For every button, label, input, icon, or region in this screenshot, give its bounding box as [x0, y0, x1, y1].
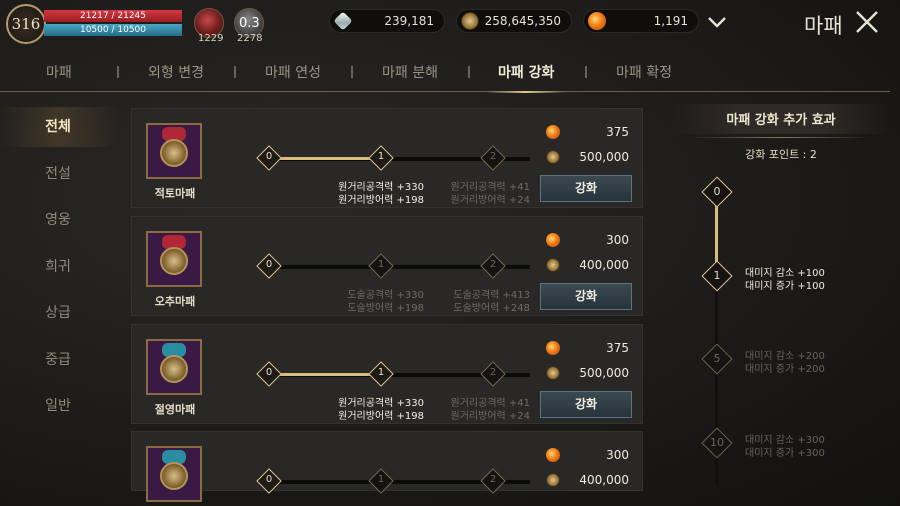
mapae-card[interactable]: 오추마패 0 1 2 300 400,000 도술공격력 +330 도술방어력 +198 도술… [131, 216, 643, 316]
mapae-name: 적토마패 [154, 187, 196, 200]
tab-confirm[interactable]: 마패 확정 [616, 62, 672, 82]
enhance-button[interactable]: 강화 [540, 283, 632, 310]
mp-bar: 10500 / 10500 [44, 24, 182, 36]
gray-potion-count: 2278 [237, 33, 263, 44]
enhance-level-label: 2 [489, 151, 497, 162]
active-tab-indicator [486, 91, 566, 93]
milestone-label: 5 [713, 352, 721, 365]
milestone-label: 0 [713, 185, 721, 198]
nav-item-advanced[interactable]: 상급 [0, 293, 118, 333]
coin-cost: 400,000 [579, 258, 629, 272]
tab-divider [117, 66, 119, 78]
diamond-currency[interactable]: 239,181 [329, 9, 445, 33]
page-title: 마패 [804, 14, 843, 38]
nav-item-all[interactable]: 전체 [0, 107, 118, 147]
tab-divider [351, 66, 353, 78]
coin-currency[interactable]: 258,645,350 [456, 9, 572, 33]
enhance-points: 강화 포인트 : 2 [745, 148, 817, 161]
mapae-card[interactable]: 적토마패 0 1 2 375 500,000 원거리공격력 +330 원거리방어력 +198… [131, 108, 643, 208]
enhance-level-label: 1 [377, 259, 385, 270]
enhance-track-fill [268, 373, 380, 376]
mapae-item-icon[interactable] [146, 339, 202, 395]
enhance-level-label: 1 [377, 151, 385, 162]
tab-bar: 마패 외형 변경 마패 연성 마패 분해 마패 강화 마패 확정 [0, 52, 890, 93]
enhance-level-label: 2 [489, 474, 497, 485]
tab-divider [234, 66, 236, 78]
tab-appearance[interactable]: 외형 변경 [148, 62, 204, 82]
milestone-label: 1 [713, 269, 721, 282]
grade-filter-nav: 전체 전설 영웅 희귀 상급 중급 일반 [0, 100, 118, 506]
coin-cost: 500,000 [579, 150, 629, 164]
current-stat: 원거리공격력 +330 원거리방어력 +198 [338, 182, 424, 206]
nav-item-intermediate[interactable]: 중급 [0, 340, 118, 380]
enhance-button[interactable]: 강화 [540, 391, 632, 418]
nav-item-legend[interactable]: 전설 [0, 154, 118, 194]
coin-icon [461, 12, 479, 30]
medal-icon [160, 139, 188, 167]
coin-value: 258,645,350 [484, 14, 561, 28]
top-bar: 316 21217 / 21245 10500 / 10500 1229 0.3… [0, 0, 900, 48]
tab-mapae[interactable]: 마패 [46, 62, 72, 82]
tab-synthesis[interactable]: 마패 연성 [265, 62, 321, 82]
milestone-effects: 대미지 감소 +100 대미지 증가 +100 [745, 268, 825, 292]
hp-bar: 21217 / 21245 [44, 10, 182, 22]
enhance-level-label: 0 [265, 367, 273, 378]
mapae-item-icon[interactable] [146, 123, 202, 179]
enhance-level-label: 2 [489, 367, 497, 378]
tab-divider [468, 66, 470, 78]
diamond-icon [333, 11, 353, 31]
close-icon[interactable] [854, 9, 880, 35]
diamond-value: 239,181 [384, 14, 434, 28]
gem-cost: 375 [606, 341, 629, 355]
mapae-name: 절영마패 [154, 403, 196, 416]
gem-cost: 300 [606, 233, 629, 247]
enhance-level-label: 2 [489, 259, 497, 270]
tab-dismantle[interactable]: 마패 분해 [382, 62, 438, 82]
nav-item-hero[interactable]: 영웅 [0, 200, 118, 240]
gem-cost: 375 [606, 125, 629, 139]
enhance-button[interactable]: 강화 [540, 175, 632, 202]
tab-enhance[interactable]: 마패 강화 [498, 62, 554, 82]
current-stat: 원거리공격력 +330 원거리방어력 +198 [338, 398, 424, 422]
next-stat: 도술공격력 +413 도술방어력 +248 [453, 290, 530, 314]
next-stat: 원거리공격력 +41 원거리방어력 +24 [450, 182, 530, 206]
enhance-track-fill [268, 157, 380, 160]
enhance-level-label: 0 [265, 259, 273, 270]
mapae-item-icon[interactable] [146, 231, 202, 287]
medal-icon [160, 462, 188, 490]
coin-cost: 500,000 [579, 366, 629, 380]
milestone-label: 10 [710, 436, 724, 449]
panel-title: 마패 강화 추가 효과 [726, 113, 836, 128]
mapae-card[interactable]: 절영마패 0 1 2 375 500,000 원거리공격력 +330 원거리방어력 +198… [131, 324, 643, 424]
gray-potion-value: 0.3 [239, 16, 260, 31]
mapae-item-icon[interactable] [146, 446, 202, 502]
gem-currency[interactable]: 1,191 [583, 9, 699, 33]
milestone-effects: 대미지 감소 +300 대미지 증가 +300 [745, 435, 825, 459]
mapae-card[interactable]: 0 1 2 300 400,000 [131, 431, 643, 502]
mapae-name: 오추마패 [154, 295, 196, 308]
level-badge[interactable]: 316 [6, 4, 46, 44]
current-stat: 도술공격력 +330 도술방어력 +198 [347, 290, 424, 314]
gem-value: 1,191 [653, 14, 688, 28]
next-stat: 원거리공격력 +41 원거리방어력 +24 [450, 398, 530, 422]
medal-icon [160, 355, 188, 383]
nav-item-rare[interactable]: 희귀 [0, 247, 118, 287]
gem-cost: 300 [606, 448, 629, 462]
enhance-level-label: 1 [377, 474, 385, 485]
orange-gem-icon [588, 12, 606, 30]
enhance-level-label: 1 [377, 367, 385, 378]
enhance-level-label: 0 [265, 474, 273, 485]
medal-icon [160, 247, 188, 275]
tab-divider [585, 66, 587, 78]
nav-item-normal[interactable]: 일반 [0, 386, 118, 426]
enhance-level-label: 0 [265, 151, 273, 162]
panel-divider [690, 137, 870, 138]
chevron-down-icon[interactable] [707, 12, 727, 32]
coin-cost: 400,000 [579, 473, 629, 487]
hp-potion-count: 1229 [198, 33, 224, 44]
milestone-effects: 대미지 감소 +200 대미지 증가 +200 [745, 351, 825, 375]
